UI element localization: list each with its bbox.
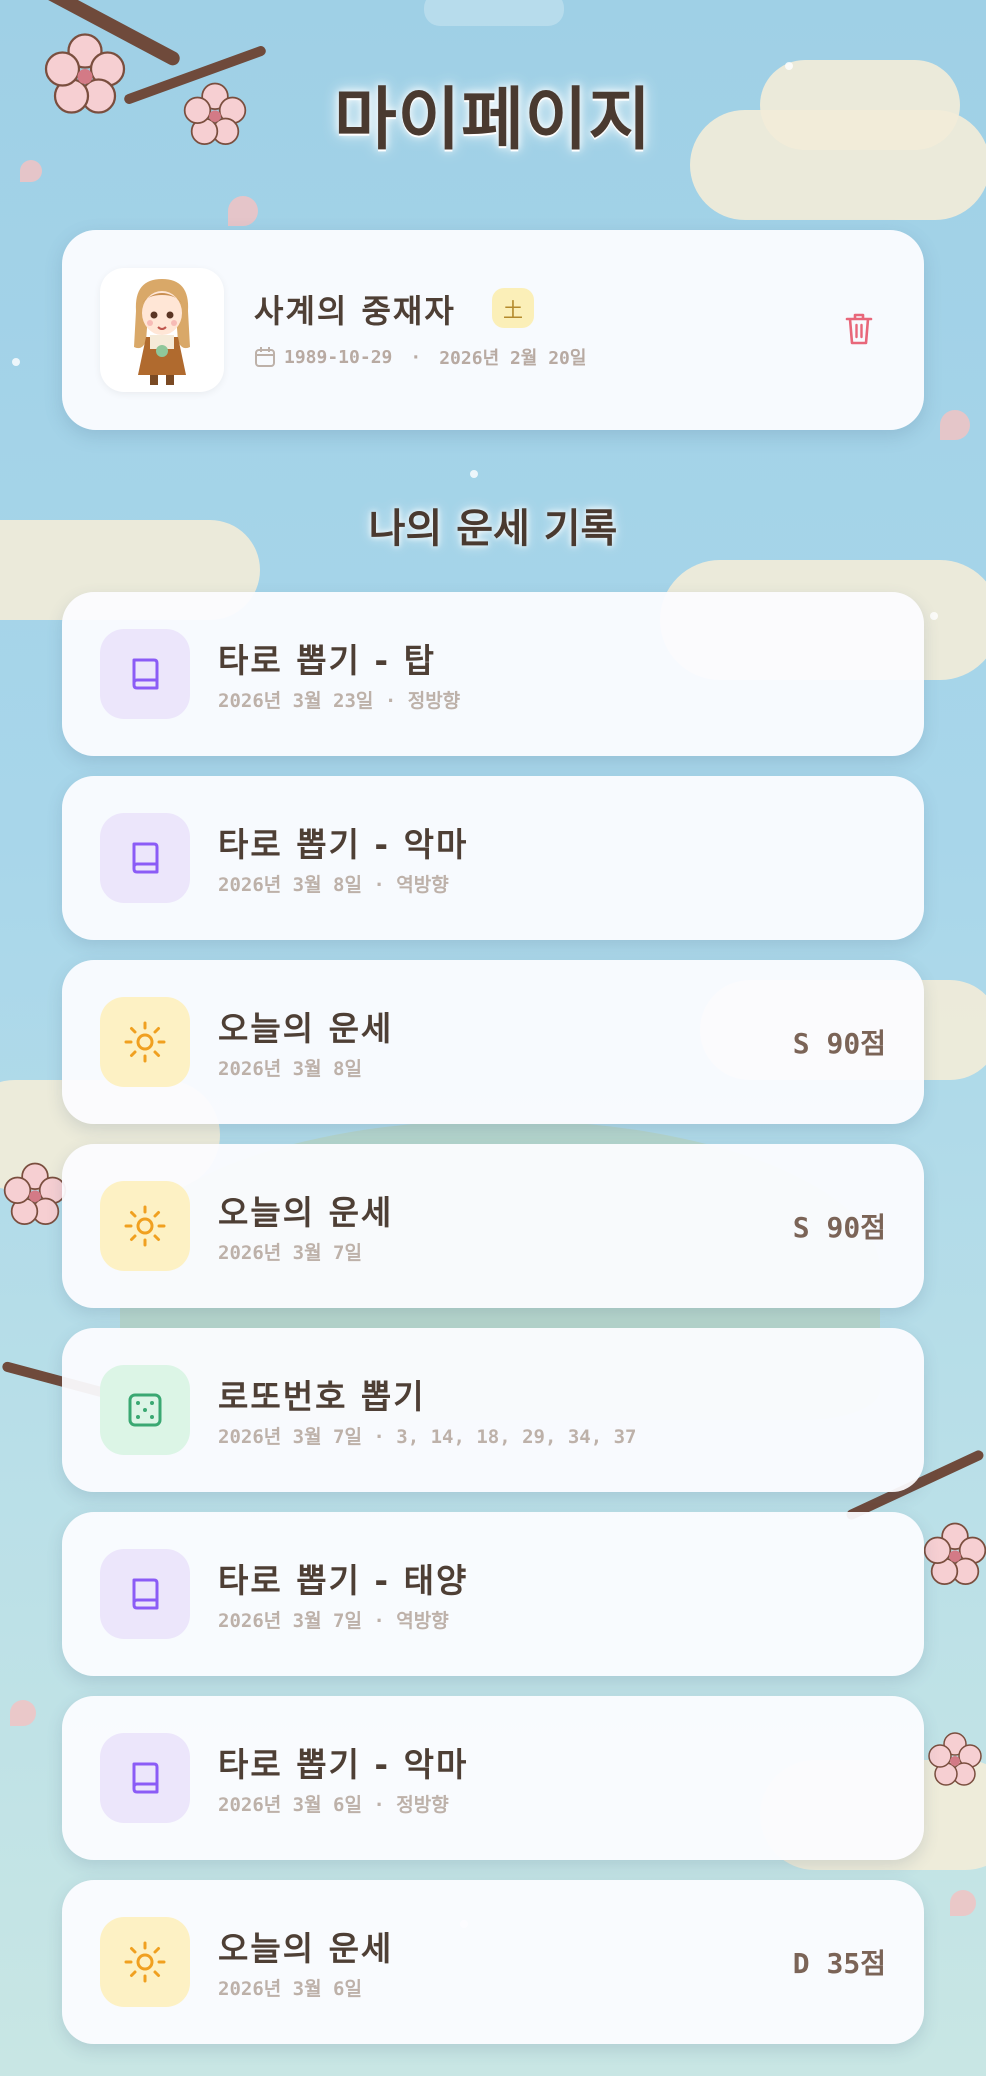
record-title: 타로 뽑기 - 태양 — [218, 1561, 469, 1600]
record-title: 오늘의 운세 — [218, 1009, 394, 1048]
record-title: 오늘의 운세 — [218, 1929, 394, 1968]
record-item[interactable]: 타로 뽑기 - 악마 2026년 3월 6일 · 정방향 — [62, 1696, 924, 1860]
record-title: 로또번호 뽑기 — [218, 1377, 426, 1416]
avatar — [100, 268, 224, 392]
record-item[interactable]: 로또번호 뽑기 2026년 3월 7일 · 3, 14, 18, 29, 34, … — [62, 1328, 924, 1492]
book-icon — [100, 813, 190, 903]
sun-icon — [100, 1181, 190, 1271]
record-item[interactable]: 오늘의 운세 2026년 3월 6일 D 35점 — [62, 1880, 924, 2044]
record-list: 타로 뽑기 - 탑 2026년 3월 23일 · 정방향 타로 뽑기 - 악마 20… — [62, 592, 924, 2064]
character-illustration — [134, 279, 190, 385]
profile-card[interactable]: 사계의 중재자 土 1989-10-29 · 2026년 2월 20일 — [62, 230, 924, 430]
birth-date: 1989-10-29 — [284, 346, 393, 368]
record-title: 오늘의 운세 — [218, 1193, 394, 1232]
created-date: 2026년 2월 20일 — [439, 348, 587, 369]
record-item[interactable]: 타로 뽑기 - 악마 2026년 3월 8일 · 역방향 — [62, 776, 924, 940]
sun-icon — [100, 1917, 190, 2007]
page-title: 마이페이지 — [334, 81, 652, 160]
record-subtitle: 2026년 3월 8일 — [218, 1058, 362, 1080]
record-title: 타로 뽑기 - 악마 — [218, 1745, 469, 1784]
book-icon — [100, 1549, 190, 1639]
record-subtitle: 2026년 3월 7일 · 3, 14, 18, 29, 34, 37 — [218, 1426, 637, 1448]
trash-icon[interactable] — [844, 312, 874, 346]
record-subtitle: 2026년 3월 23일 · 정방향 — [218, 690, 461, 712]
history-title: 나의 운세 기록 — [368, 506, 618, 552]
record-score: S 90점 — [792, 1211, 886, 1244]
record-subtitle: 2026년 3월 7일 · 역방향 — [218, 1610, 449, 1632]
sun-icon — [100, 997, 190, 1087]
record-score: D 35점 — [792, 1947, 886, 1980]
profile-name: 사계의 중재자 — [254, 292, 456, 330]
record-score: S 90점 — [792, 1027, 886, 1060]
book-icon — [100, 1733, 190, 1823]
top-handle — [424, 0, 564, 26]
record-title: 타로 뽑기 - 탑 — [218, 641, 436, 680]
record-subtitle: 2026년 3월 7일 — [218, 1242, 362, 1264]
record-subtitle: 2026년 3월 8일 · 역방향 — [218, 874, 449, 896]
book-icon — [100, 629, 190, 719]
record-title: 타로 뽑기 - 악마 — [218, 825, 469, 864]
record-subtitle: 2026년 3월 6일 · 정방향 — [218, 1794, 449, 1816]
record-item[interactable]: 오늘의 운세 2026년 3월 8일 S 90점 — [62, 960, 924, 1124]
record-item[interactable]: 오늘의 운세 2026년 3월 7일 S 90점 — [62, 1144, 924, 1308]
dice-icon — [100, 1365, 190, 1455]
record-item[interactable]: 타로 뽑기 - 탑 2026년 3월 23일 · 정방향 — [62, 592, 924, 756]
record-subtitle: 2026년 3월 6일 — [218, 1978, 362, 2000]
meta-separator: · — [410, 346, 422, 368]
profile-meta: 1989-10-29 · 2026년 2월 20일 — [254, 344, 586, 370]
calendar-icon — [255, 347, 275, 367]
element-badge: 土 — [492, 288, 534, 328]
record-item[interactable]: 타로 뽑기 - 태양 2026년 3월 7일 · 역방향 — [62, 1512, 924, 1676]
